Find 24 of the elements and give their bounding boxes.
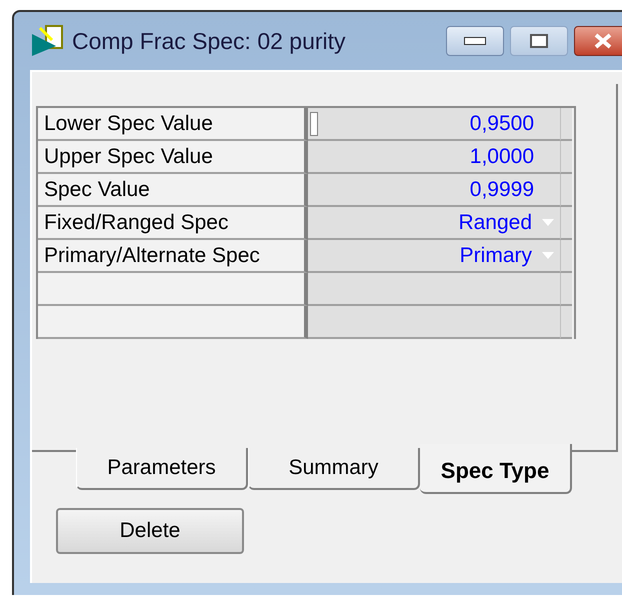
label-cell: Spec Value	[38, 174, 308, 207]
app-icon	[30, 24, 64, 58]
tab[interactable]: Summary	[248, 448, 420, 490]
delete-button[interactable]: Delete	[56, 508, 244, 554]
window-title: Comp Frac Spec: 02 purity	[72, 26, 346, 56]
restore-button[interactable]	[510, 26, 568, 56]
label-cell: Lower Spec Value	[38, 108, 308, 141]
label-cell: Primary/Alternate Spec	[38, 240, 308, 273]
value-dropdown[interactable]: Ranged	[308, 207, 560, 240]
tab[interactable]: Parameters	[76, 448, 248, 490]
value-field[interactable]: 1,0000	[308, 141, 560, 174]
close-icon	[593, 33, 613, 49]
label-cell: Upper Spec Value	[38, 141, 308, 174]
dropdown-arrow-icon	[542, 252, 554, 259]
close-button[interactable]	[574, 26, 622, 56]
tab[interactable]: Spec Type	[420, 444, 572, 494]
value-field[interactable]: 0,9500	[308, 108, 560, 141]
dropdown-arrow-icon	[542, 219, 554, 226]
label-cell: Fixed/Ranged Spec	[38, 207, 308, 240]
minimize-button[interactable]	[446, 26, 504, 56]
minimize-icon	[464, 37, 486, 45]
value-field[interactable]: 0,9999	[308, 174, 560, 207]
restore-icon	[530, 34, 548, 48]
value-dropdown[interactable]: Primary	[308, 240, 560, 273]
